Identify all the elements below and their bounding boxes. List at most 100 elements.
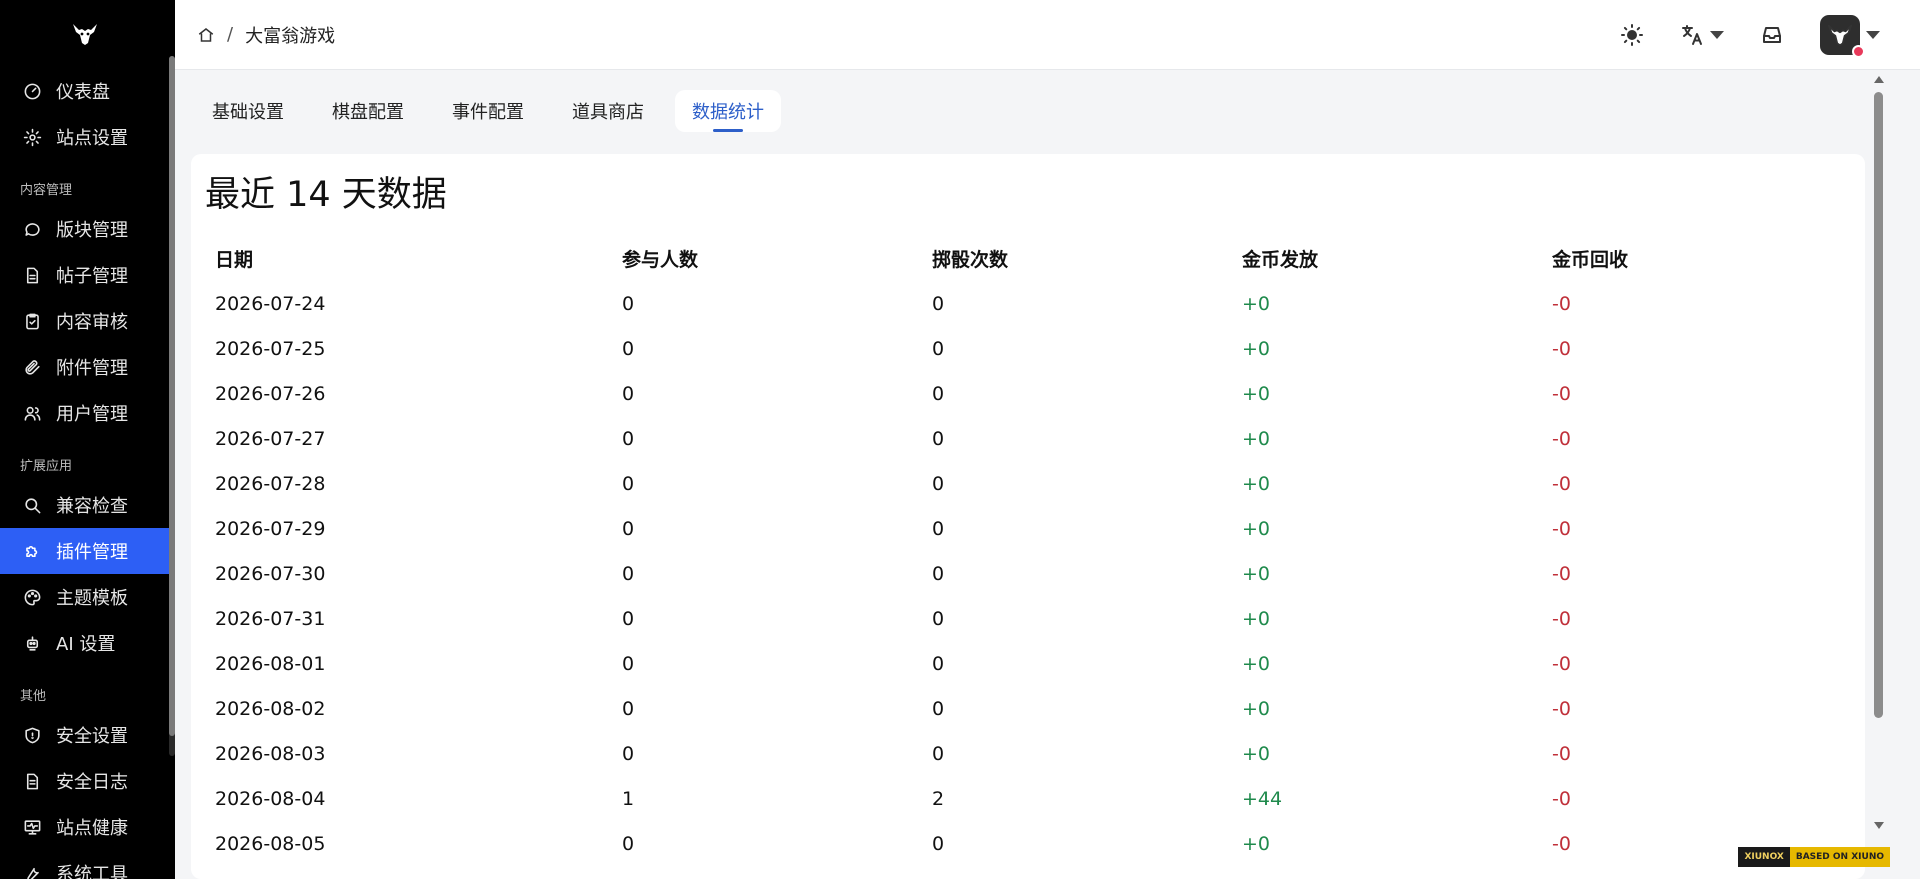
top-header: / 大富翁游戏 xyxy=(175,0,1920,70)
sidebar-item[interactable]: 附件管理 xyxy=(0,344,175,390)
tab[interactable]: 棋盘配置 xyxy=(315,90,421,132)
sidebar-item-label: AI 设置 xyxy=(56,634,116,655)
table-cell: +0 xyxy=(1242,607,1271,630)
table-row: 2026-08-03 0 0 +0 -0 xyxy=(215,731,1845,776)
table-cell: 0 xyxy=(932,472,945,495)
sidebar-item[interactable]: AI 设置 xyxy=(0,620,175,666)
table-row: 2026-08-04 1 2 +44 -0 xyxy=(215,776,1845,821)
table-cell: -0 xyxy=(1552,697,1571,720)
scroll-thumb[interactable] xyxy=(1874,92,1883,718)
sidebar-item[interactable]: 仪表盘 xyxy=(0,68,175,114)
sidebar-item[interactable]: 主题模板 xyxy=(0,574,175,620)
table-cell: 2026-07-31 xyxy=(215,607,326,630)
table-cell: 2026-07-26 xyxy=(215,382,326,405)
user-menu-button[interactable] xyxy=(1820,15,1880,58)
sidebar-item[interactable]: 用户管理 xyxy=(0,390,175,436)
table-cell: -0 xyxy=(1552,472,1571,495)
table-cell: 0 xyxy=(622,562,635,585)
stats-table: 日期 参与人数 掷骰次数 金币发放 金币回收 2026-07-24 0 0 +0 -0 2026-… xyxy=(215,236,1845,866)
sidebar-item-label: 安全设置 xyxy=(56,726,128,747)
table-cell: 2026-08-04 xyxy=(215,787,326,810)
table-cell: -0 xyxy=(1552,652,1571,675)
sidebar-item[interactable]: 站点健康 xyxy=(0,804,175,850)
translate-icon xyxy=(1682,25,1702,45)
tab[interactable]: 数据统计 xyxy=(675,90,781,132)
sidebar: 仪表盘站点设置内容管理版块管理帖子管理内容审核附件管理 用户管理扩展应用兼容检查插… xyxy=(0,0,175,879)
powered-by-badge[interactable]: XIUNOX BASED ON XIUNO xyxy=(1738,847,1890,867)
table-cell: 0 xyxy=(622,607,635,630)
breadcrumb: / 大富翁游戏 xyxy=(175,22,335,48)
table-body: 2026-07-24 0 0 +0 -0 2026-07-25 0 0 +0 -0 2026-07-… xyxy=(215,281,1845,866)
table-cell: 2026-07-30 xyxy=(215,562,326,585)
scroll-down-icon[interactable] xyxy=(1874,822,1884,829)
robot-icon xyxy=(22,633,42,653)
sun-icon xyxy=(1621,24,1643,46)
sidebar-item[interactable]: 插件管理 xyxy=(0,528,175,574)
table-cell: 2026-07-25 xyxy=(215,337,326,360)
notifications-button[interactable] xyxy=(1760,23,1784,47)
table-row: 2026-07-31 0 0 +0 -0 xyxy=(215,596,1845,641)
table-cell: +44 xyxy=(1242,787,1283,810)
table-cell: 0 xyxy=(932,742,945,765)
document-icon xyxy=(22,265,42,285)
tab[interactable]: 事件配置 xyxy=(435,90,541,132)
table-cell: +0 xyxy=(1242,652,1271,675)
home-icon[interactable] xyxy=(197,26,215,44)
table-cell: +0 xyxy=(1242,562,1271,585)
table-cell: 0 xyxy=(932,427,945,450)
table-cell: 0 xyxy=(932,562,945,585)
avatar xyxy=(1820,15,1865,58)
paperclip-icon xyxy=(22,357,42,377)
table-cell: 0 xyxy=(622,742,635,765)
main-scrollbar[interactable] xyxy=(1871,70,1885,879)
sidebar-item[interactable]: 安全设置 xyxy=(0,712,175,758)
sidebar-item-label: 安全日志 xyxy=(56,772,128,793)
sidebar-item-label: 站点设置 xyxy=(56,128,128,149)
gear-icon xyxy=(22,127,42,147)
column-header: 掷骰次数 xyxy=(932,249,1009,271)
table-cell: +0 xyxy=(1242,337,1271,360)
sidebar-item[interactable]: 帖子管理 xyxy=(0,252,175,298)
sidebar-item[interactable]: 安全日志 xyxy=(0,758,175,804)
table-cell: 0 xyxy=(622,697,635,720)
site-logo[interactable] xyxy=(0,0,175,68)
tab[interactable]: 基础设置 xyxy=(195,90,301,132)
table-cell: 2026-08-03 xyxy=(215,742,326,765)
table-row: 2026-08-02 0 0 +0 -0 xyxy=(215,686,1845,731)
settings-tabs: 基础设置 棋盘配置 事件配置 道具商店 数据统计 xyxy=(195,90,795,132)
sidebar-item[interactable]: 兼容检查 xyxy=(0,482,175,528)
table-row: 2026-07-24 0 0 +0 -0 xyxy=(215,281,1845,326)
sidebar-item-label: 帖子管理 xyxy=(56,266,128,287)
language-button[interactable] xyxy=(1680,23,1724,47)
sidebar-section-title: 内容管理 xyxy=(20,183,73,198)
table-cell: -0 xyxy=(1552,292,1571,315)
column-header: 参与人数 xyxy=(622,249,699,271)
table-row: 2026-07-25 0 0 +0 -0 xyxy=(215,326,1845,371)
tab[interactable]: 道具商店 xyxy=(555,90,661,132)
table-cell: -0 xyxy=(1552,517,1571,540)
sidebar-item-label: 内容审核 xyxy=(56,312,128,333)
table-cell: -0 xyxy=(1552,607,1571,630)
table-cell: 0 xyxy=(932,652,945,675)
sidebar-item[interactable]: 站点设置 xyxy=(0,114,175,160)
sidebar-item-label: 系统工具 xyxy=(56,864,128,879)
table-cell: 0 xyxy=(622,832,635,855)
table-cell: 0 xyxy=(622,292,635,315)
sidebar-item-label: 版块管理 xyxy=(56,220,128,241)
sidebar-item[interactable]: 内容审核 xyxy=(0,298,175,344)
scroll-up-icon[interactable] xyxy=(1874,76,1884,83)
clipboard-check-icon xyxy=(22,311,42,331)
sidebar-section-title: 扩展应用 xyxy=(20,459,73,474)
column-header: 日期 xyxy=(215,249,254,271)
table-cell: 0 xyxy=(932,337,945,360)
table-row: 2026-07-28 0 0 +0 -0 xyxy=(215,461,1845,506)
search-icon xyxy=(22,495,42,515)
table-cell: +0 xyxy=(1242,292,1271,315)
sidebar-item[interactable]: 系统工具 xyxy=(0,850,175,879)
theme-toggle-button[interactable] xyxy=(1620,23,1644,47)
table-cell: +0 xyxy=(1242,427,1271,450)
sidebar-item[interactable]: 版块管理 xyxy=(0,206,175,252)
table-cell: 0 xyxy=(932,607,945,630)
sidebar-item-label: 主题模板 xyxy=(56,588,128,609)
dashboard-icon xyxy=(22,81,42,101)
